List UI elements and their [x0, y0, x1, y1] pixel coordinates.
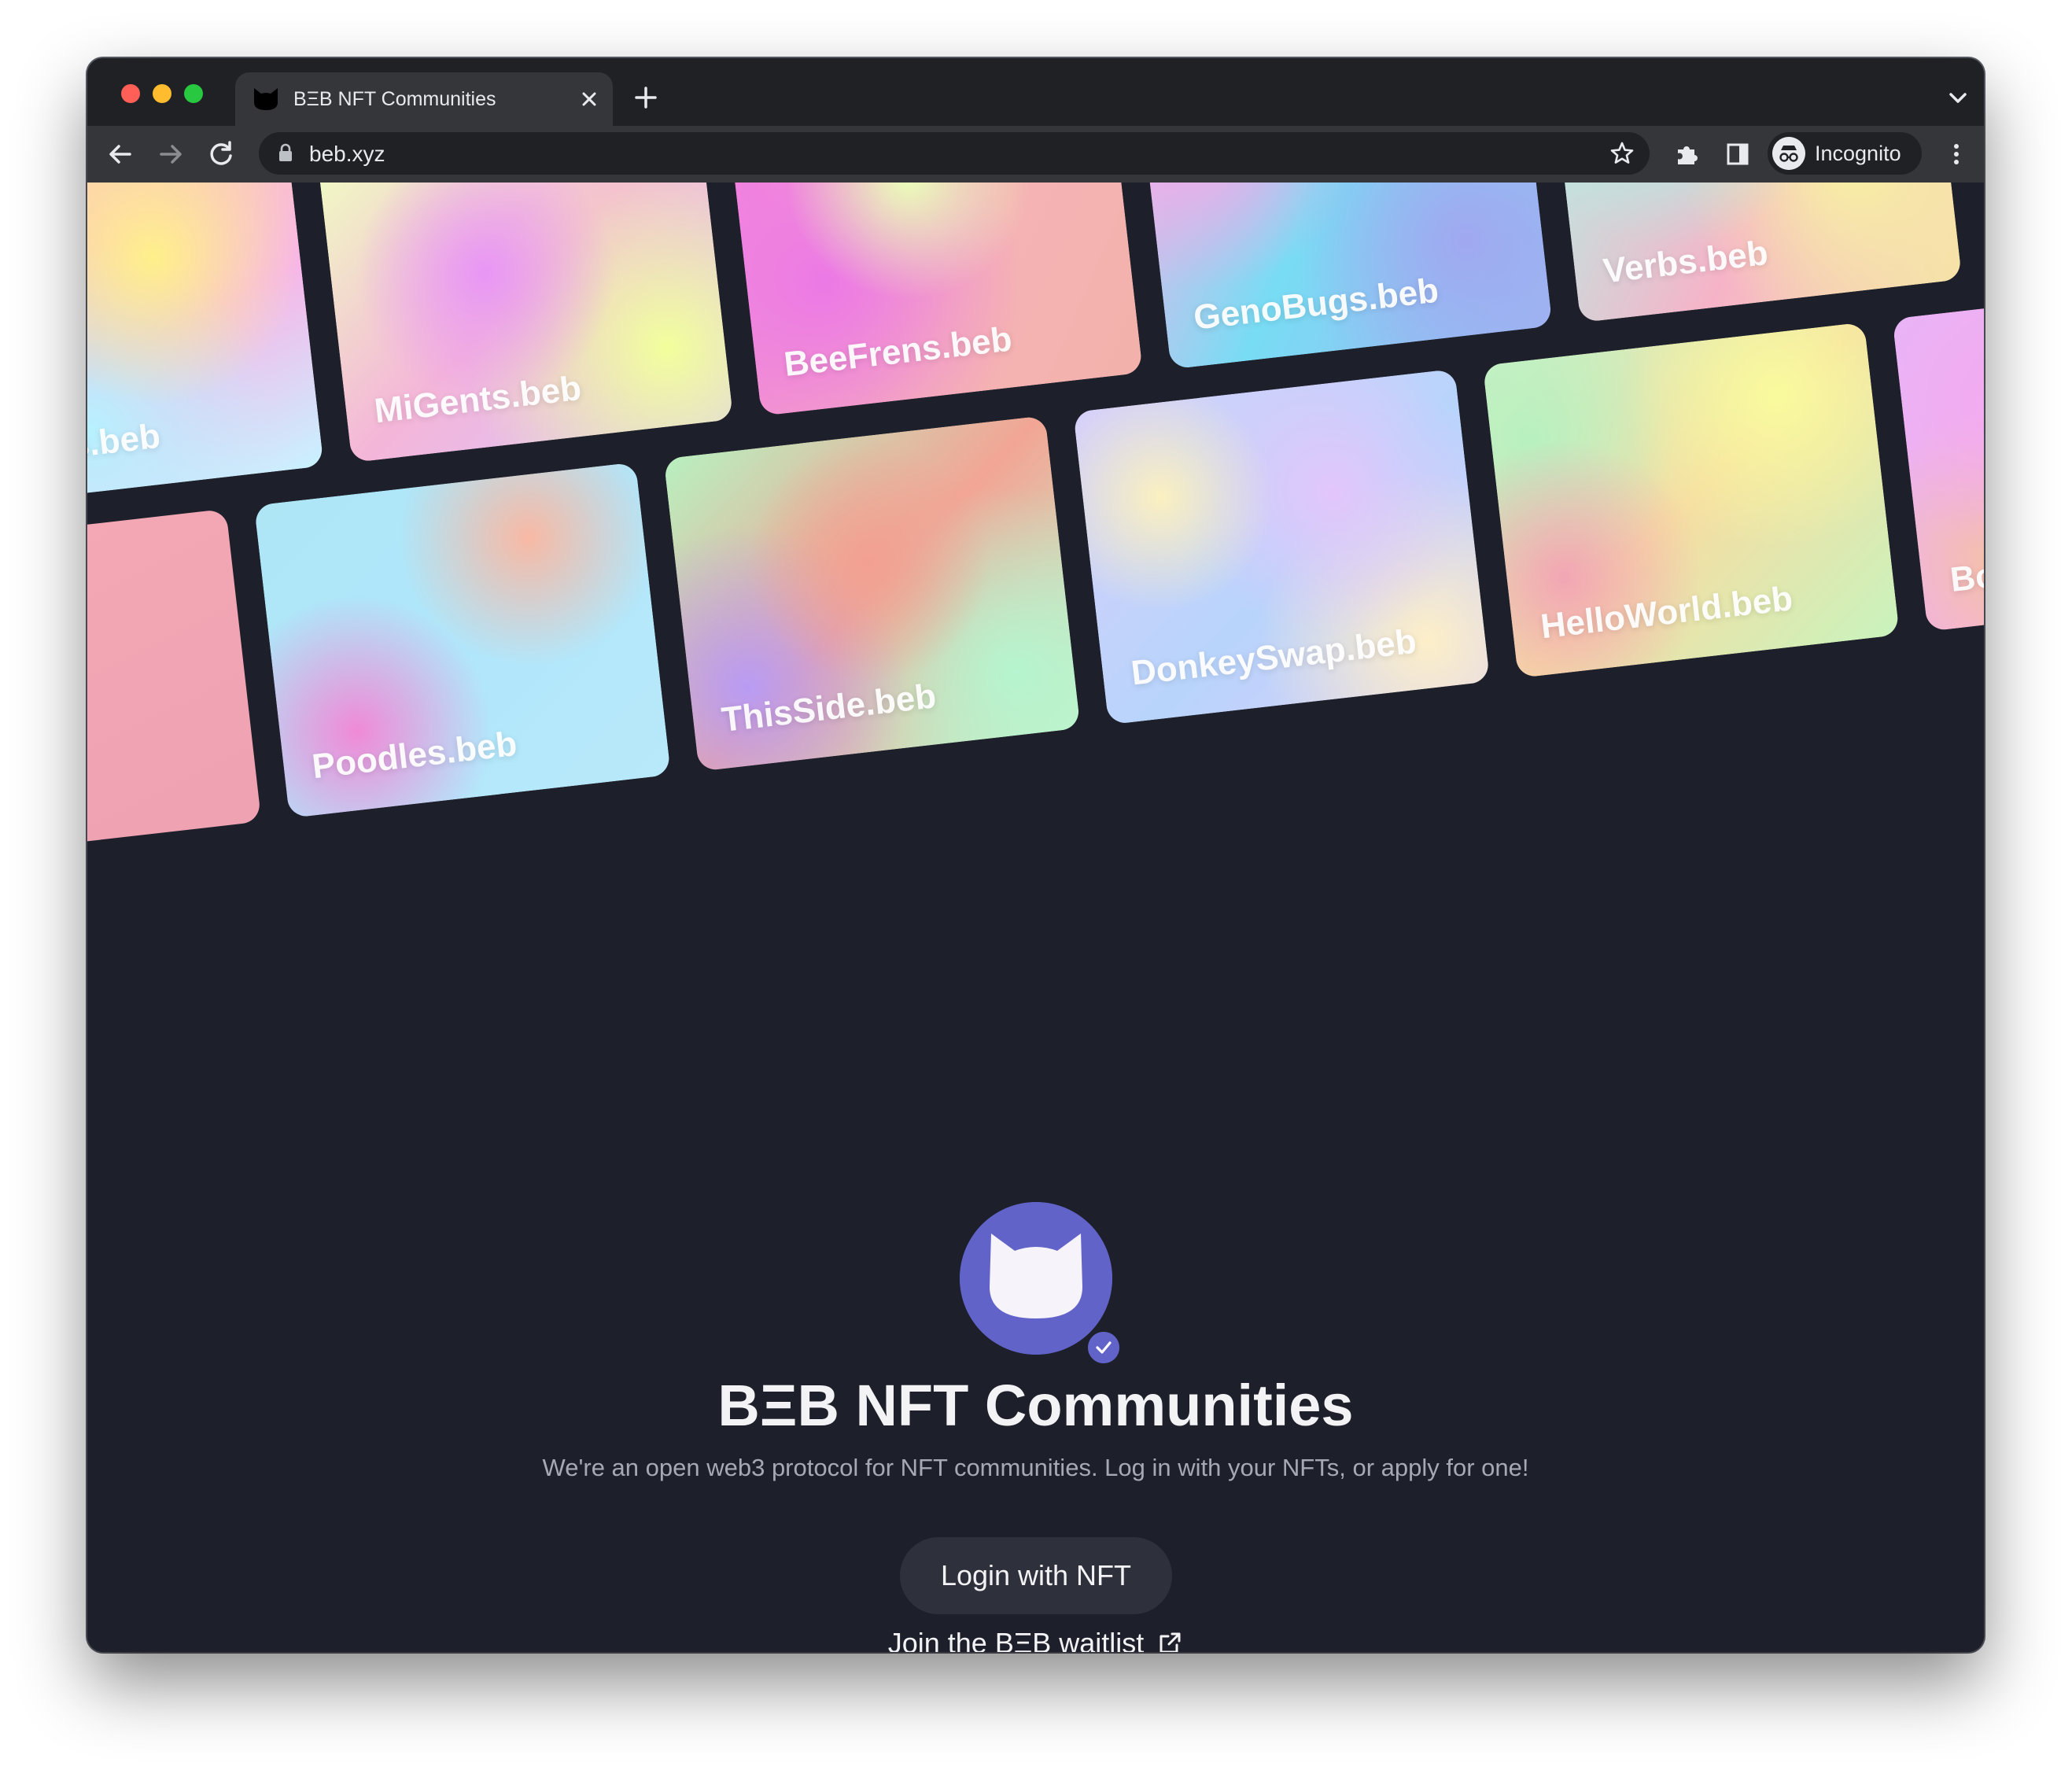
card-label: GenoBugs.beb — [1191, 271, 1441, 337]
community-card[interactable]: DonkeySwap.beb — [1073, 368, 1491, 725]
minimize-window-button[interactable] — [153, 84, 171, 103]
maximize-window-button[interactable] — [184, 84, 203, 103]
waitlist-link[interactable]: Join the BΞB waitlist — [87, 1622, 1984, 1652]
waitlist-label: Join the BΞB waitlist — [887, 1627, 1145, 1652]
star-icon[interactable] — [1609, 140, 1635, 167]
tab-strip: BΞB NFT Communities — [87, 58, 1984, 126]
community-card[interactable]: GenoBugs.beb — [1135, 183, 1553, 370]
community-card[interactable]: BeeFrens.beb — [725, 183, 1143, 416]
kebab-menu-icon[interactable] — [1941, 137, 1972, 171]
community-card[interactable]: Poodles.beb — [253, 462, 671, 819]
incognito-profile-button[interactable]: Incognito — [1768, 132, 1922, 175]
reload-icon[interactable] — [204, 137, 238, 171]
community-card[interactable]: MiGents.beb — [316, 183, 734, 463]
tab-active[interactable]: BΞB NFT Communities — [235, 72, 613, 126]
cat-favicon-icon — [254, 88, 278, 110]
card-label: BeeFrens.beb — [782, 319, 1014, 385]
url-text[interactable]: beb.xyz — [309, 142, 385, 167]
card-label: DonkeySwap.beb — [1129, 621, 1418, 693]
lock-icon — [279, 143, 292, 161]
forward-arrow-icon[interactable] — [153, 137, 188, 171]
login-with-nft-button[interactable]: Login with NFT — [900, 1537, 1172, 1614]
incognito-icon — [1772, 137, 1805, 170]
community-card[interactable]: Bored — [1892, 275, 1984, 632]
page-content: nDucks.beb MiGents.beb BeeFrens.beb Geno… — [87, 183, 1984, 1652]
card-label: Poodles.beb — [310, 724, 519, 787]
community-card[interactable]: HelloWorld.beb — [1482, 322, 1900, 679]
external-link-icon — [1160, 1632, 1181, 1652]
close-icon[interactable] — [573, 83, 605, 115]
puzzle-icon[interactable] — [1670, 137, 1705, 171]
card-label: HelloWorld.beb — [1539, 579, 1795, 647]
address-bar[interactable]: beb.xyz — [259, 132, 1650, 175]
community-card[interactable]: ThisSide.beb — [663, 415, 1081, 772]
chevron-down-icon[interactable] — [1944, 87, 1972, 110]
beb-logo — [960, 1202, 1112, 1355]
card-label: Verbs.beb — [1601, 233, 1770, 291]
incognito-label: Incognito — [1815, 142, 1901, 165]
side-panel-icon[interactable] — [1720, 137, 1755, 171]
back-arrow-icon[interactable] — [103, 137, 138, 171]
card-label: nDucks.beb — [87, 416, 163, 478]
plus-icon[interactable] — [630, 82, 662, 113]
page-subtitle: We're an open web3 protocol for NFT comm… — [542, 1454, 1529, 1481]
close-window-button[interactable] — [121, 84, 140, 103]
page-title: BΞB NFT Communities — [717, 1373, 1354, 1438]
tab-title: BΞB NFT Communities — [293, 88, 496, 110]
browser-window: BΞB NFT Communities beb.xyz Incognito nD… — [87, 58, 1984, 1652]
card-label: ThisSide.beb — [719, 677, 938, 739]
verified-badge-icon — [1084, 1328, 1123, 1367]
community-card[interactable] — [87, 508, 262, 865]
toolbar: beb.xyz Incognito — [87, 126, 1984, 183]
card-label: Bored — [1948, 549, 1984, 599]
community-card[interactable]: nDucks.beb — [87, 183, 324, 510]
card-label: MiGents.beb — [372, 368, 584, 431]
community-card[interactable]: Verbs.beb — [1545, 183, 1963, 323]
